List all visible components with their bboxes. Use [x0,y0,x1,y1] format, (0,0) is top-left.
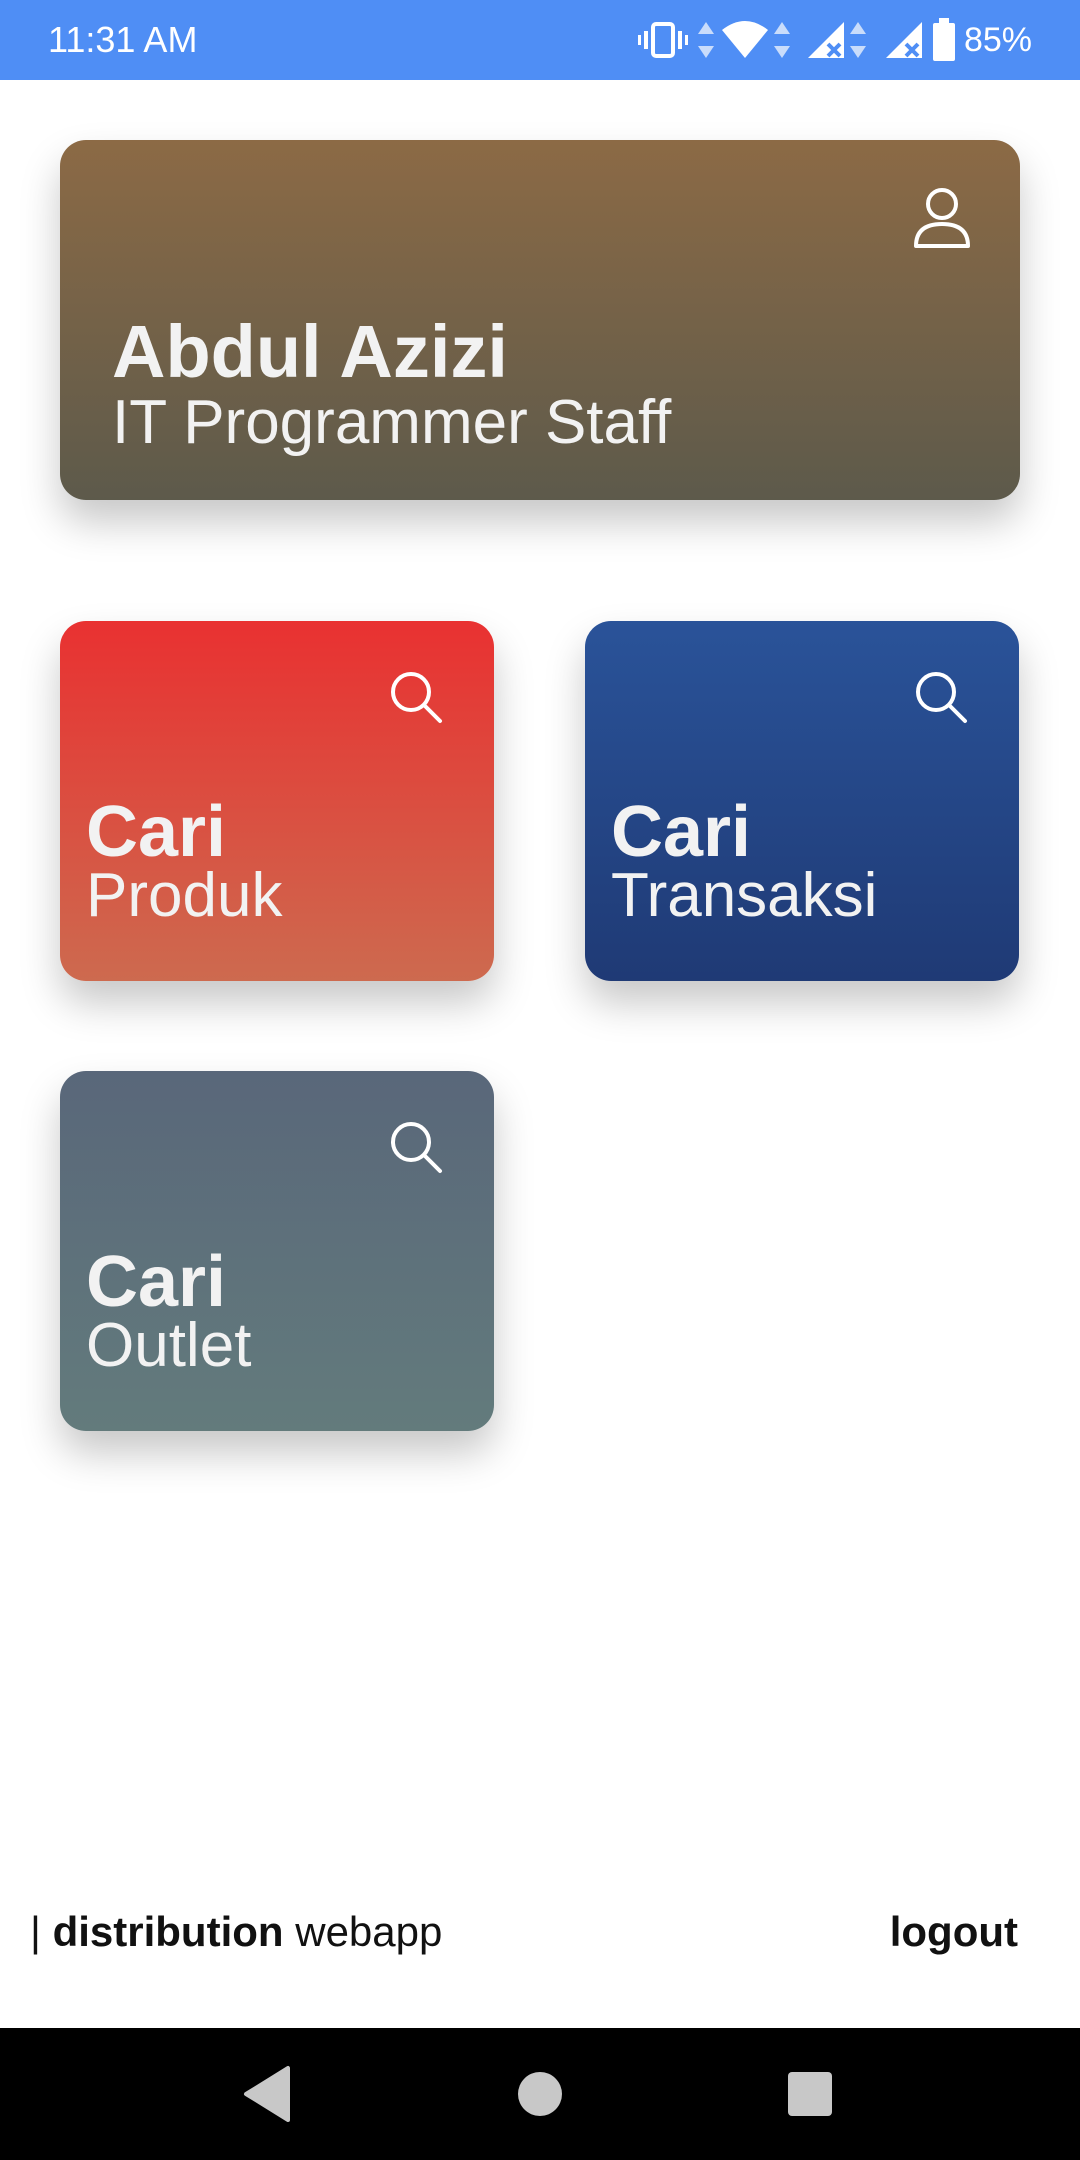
search-outlet-tile[interactable]: Cari Outlet [60,1071,494,1431]
tile-title: Cari [86,792,227,872]
battery-icon [933,18,955,61]
signal-no-service-icon [808,22,844,58]
search-icon [391,672,442,723]
brand-name: distribution [52,1908,284,1955]
user-icon[interactable] [912,186,972,250]
profile-name: Abdul Azizi [112,310,508,393]
navigation-bar [0,2028,1080,2160]
logout-button[interactable]: logout [890,1908,1018,1956]
recents-icon [788,2072,832,2116]
search-icon [916,672,967,723]
battery-level: 85% [963,21,1032,59]
home-icon [518,2072,562,2116]
tile-subtitle: Transaksi [611,861,878,930]
search-icon [391,1122,442,1173]
signal-no-service-icon [886,22,922,58]
brand-suffix: webapp [283,1908,443,1955]
vibrate-icon [638,22,688,58]
data-arrows-icon [850,22,866,58]
data-arrows-icon [774,22,790,58]
search-transaction-tile[interactable]: Cari Transaksi [585,621,1019,981]
tile-subtitle: Outlet [86,1311,252,1380]
back-icon [244,2066,290,2122]
tile-subtitle: Produk [86,861,283,930]
status-time: 11:31 AM [48,19,198,60]
back-button[interactable] [206,2028,326,2160]
status-bar: 11:31 AM 85% [0,0,1080,80]
profile-role: IT Programmer Staff [112,388,672,457]
recents-button[interactable] [750,2028,870,2160]
profile-card[interactable]: Abdul Azizi IT Programmer Staff [60,140,1020,500]
footer-brand: | distribution webapp [30,1908,442,1956]
screen: 11:31 AM 85% Abdul Azizi IT Programmer S… [0,0,1080,2160]
search-product-tile[interactable]: Cari Produk [60,621,494,981]
brand-prefix: | [30,1908,53,1955]
data-arrows-icon [698,22,714,58]
tile-title: Cari [611,792,752,872]
tile-title: Cari [86,1242,227,1322]
wifi-icon [722,21,768,58]
home-button[interactable] [480,2028,600,2160]
